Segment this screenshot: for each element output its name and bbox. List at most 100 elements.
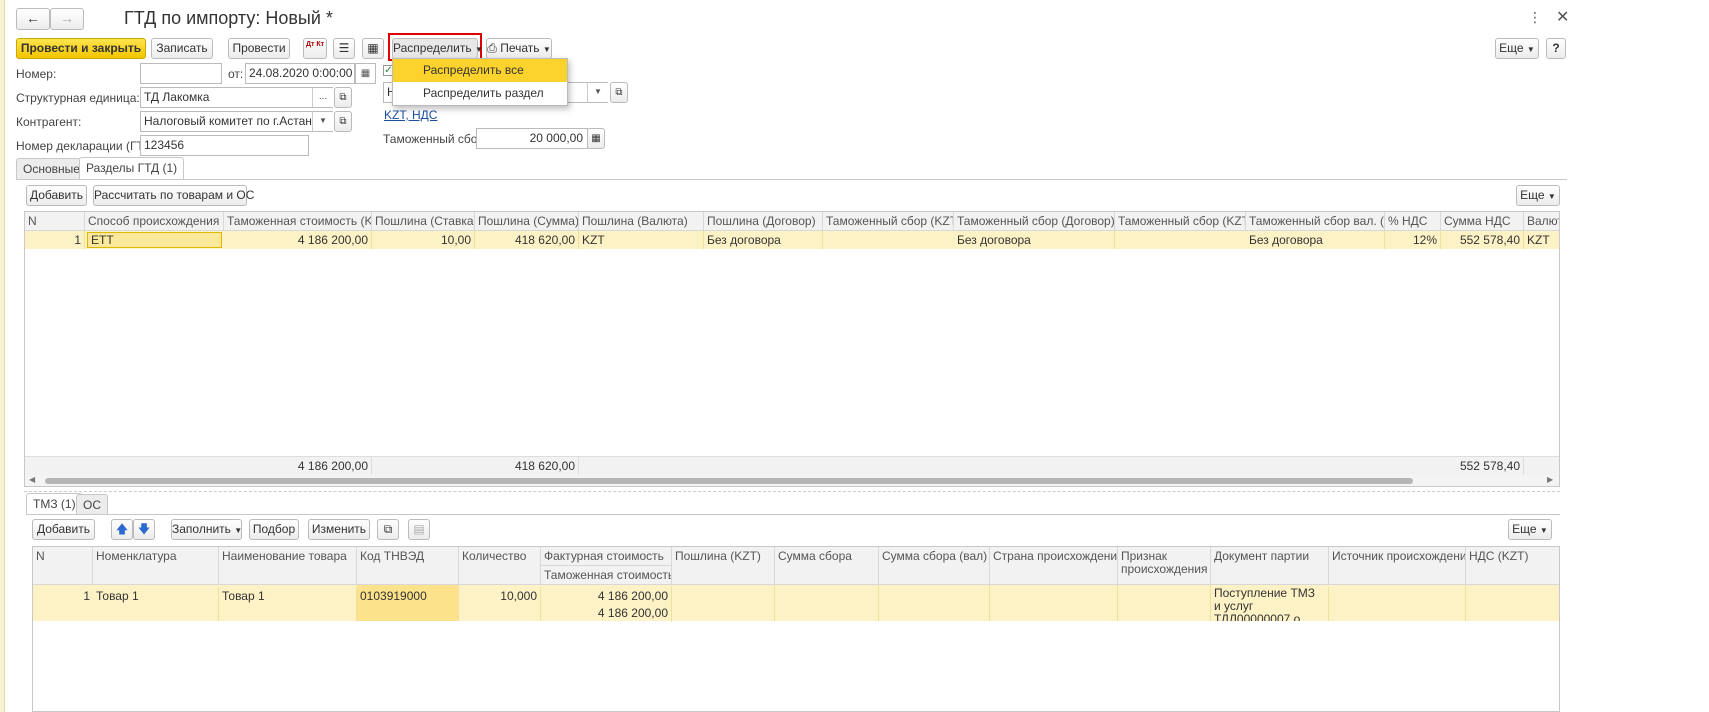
column-header[interactable]: Документ партии [1211, 547, 1329, 585]
dropdown-icon[interactable]: ▼ [312, 112, 333, 131]
column-header[interactable]: Валюта [1524, 212, 1559, 231]
column-header[interactable]: Таможенный сбор вал. (Д... [1246, 212, 1385, 231]
add-section-button[interactable]: Добавить [26, 185, 87, 206]
structure-icon: ▦ [367, 41, 379, 55]
chevron-down-icon: ▼ [474, 45, 483, 54]
calculator-icon[interactable]: ▦ [587, 128, 605, 149]
close-icon[interactable]: ✕ [1556, 7, 1569, 27]
column-header[interactable]: Пошлина (Валюта) [579, 212, 704, 231]
total-customs-value: 4 186 200,00 [224, 457, 372, 475]
arrow-up-icon: 🡅 [115, 522, 129, 536]
select-goods-button[interactable]: Подбор [249, 519, 299, 540]
org-unit-field[interactable]: ТД Лакомка [140, 87, 333, 108]
tab-sections[interactable]: Разделы ГТД (1) [79, 157, 185, 179]
open-icon[interactable]: ⧉ [610, 82, 628, 103]
edit-button[interactable]: Изменить [308, 519, 370, 540]
paste-button[interactable]: ▤ [408, 519, 430, 540]
column-header[interactable]: N [33, 547, 93, 585]
scroll-left-icon[interactable]: ◀ [29, 475, 35, 484]
table-row[interactable]: 1 ЕТТ 4 186 200,00 10,00 418 620,00 KZT … [25, 231, 1559, 249]
column-header[interactable]: Сумма сбора (вал) [879, 547, 990, 585]
date-field[interactable]: 24.08.2020 0:00:00 [245, 63, 355, 84]
column-header[interactable]: Таможенный сбор (KZT) [1115, 212, 1246, 231]
report-button[interactable]: ☰ [333, 38, 355, 59]
post-button[interactable]: Провести [228, 38, 290, 59]
scroll-right-icon[interactable]: ▶ [1547, 475, 1553, 484]
printer-icon: ⎙ [487, 41, 497, 55]
dropdown-icon[interactable]: ▼ [587, 83, 608, 102]
column-header[interactable]: Пошлина (Ставка) [372, 212, 475, 231]
sections-more-button[interactable]: Еще ▼ [1516, 185, 1560, 206]
structure-button[interactable]: ▦ [362, 38, 384, 59]
distribute-menu: Распределить все Распределить раздел [392, 58, 568, 106]
forward-button[interactable]: → [50, 8, 84, 30]
back-button[interactable]: ← [16, 8, 50, 30]
currency-vat-link[interactable]: KZT, НДС [384, 108, 437, 122]
column-header[interactable]: Признак происхождения [1118, 547, 1211, 585]
column-header[interactable]: Пошлина (Сумма) [475, 212, 579, 231]
column-header[interactable]: N [25, 212, 85, 231]
chevron-down-icon: ▼ [1526, 45, 1535, 54]
goods-more-button[interactable]: Еще ▼ [1508, 519, 1552, 540]
column-header[interactable]: Фактурная стоимость [541, 547, 672, 566]
move-up-button[interactable]: 🡅 [111, 519, 133, 540]
open-icon[interactable]: ⧉ [334, 111, 352, 132]
select-button[interactable]: ... [312, 88, 333, 107]
column-header[interactable]: Страна происхождения [990, 547, 1118, 585]
save-button[interactable]: Записать [151, 38, 213, 59]
counterparty-field[interactable]: Налоговый комитет по г.Астана [140, 111, 333, 132]
chevron-down-icon: ▼ [542, 45, 551, 54]
tab-os[interactable]: ОС [76, 494, 108, 515]
chevron-down-icon: ▼ [1547, 192, 1556, 201]
add-goods-button[interactable]: Добавить [32, 519, 95, 540]
table-row[interactable]: 1 Товар 1 Товар 1 0103919000 10,000 4 18… [33, 585, 1559, 622]
kebab-icon[interactable]: ⋮ [1528, 9, 1542, 26]
menu-item-distribute-all[interactable]: Распределить все [393, 59, 567, 82]
column-subheader[interactable]: Таможенная стоимость [541, 566, 672, 585]
column-header[interactable]: Источник происхождения [1329, 547, 1466, 585]
number-field[interactable] [140, 63, 222, 84]
calc-by-goods-button[interactable]: Рассчитать по товарам и ОС [93, 185, 254, 206]
org-unit-label: Структурная единица: [16, 91, 140, 105]
counterparty-label: Контрагент: [16, 115, 82, 129]
column-header[interactable]: Сумма НДС [1441, 212, 1524, 231]
column-header[interactable]: НДС (KZT) [1466, 547, 1559, 585]
tab-tmz[interactable]: ТМЗ (1) [26, 493, 83, 515]
total-duty-sum: 418 620,00 [475, 457, 579, 475]
column-header[interactable]: Количество [459, 547, 541, 585]
open-icon[interactable]: ⧉ [334, 87, 352, 108]
horizontal-scrollbar[interactable]: ◀ ▶ [25, 475, 1559, 486]
column-header[interactable]: Таможенный сбор (Договор) [954, 212, 1115, 231]
scrollbar-thumb[interactable] [45, 478, 1413, 484]
column-header[interactable]: Номенклатура [93, 547, 219, 585]
tab-main[interactable]: Основные [16, 158, 87, 179]
customs-fee-field[interactable]: 20 000,00 [476, 128, 588, 149]
chevron-down-icon: ▼ [234, 526, 243, 535]
column-header[interactable]: Код ТНВЭД [357, 547, 459, 585]
move-down-button[interactable]: 🡇 [133, 519, 155, 540]
calendar-icon[interactable]: ▦ [355, 63, 376, 84]
dt-kt-button[interactable]: Дт Кт [303, 38, 327, 59]
menu-item-distribute-section[interactable]: Распределить раздел [393, 82, 567, 105]
column-header[interactable]: Таможенный сбор (KZT) [823, 212, 954, 231]
column-header[interactable]: Сумма сбора [775, 547, 879, 585]
fill-button[interactable]: Заполнить ▼ [171, 519, 242, 540]
print-button[interactable]: ⎙ Печать ▼ [486, 38, 552, 59]
window-edge [0, 0, 5, 712]
customs-fee-label: Таможенный сбор: [383, 132, 488, 146]
distribute-button[interactable]: Распределить ▼ [392, 38, 483, 59]
column-header[interactable]: Пошлина (KZT) [672, 547, 775, 585]
copy-button[interactable]: ⧉ [377, 519, 399, 540]
column-header[interactable]: Пошлина (Договор) [704, 212, 823, 231]
post-and-close-button[interactable]: Провести и закрыть [16, 38, 146, 59]
declaration-field[interactable]: 123456 [140, 135, 309, 156]
splitter[interactable] [24, 491, 1560, 492]
column-header[interactable]: % НДС [1385, 212, 1441, 231]
more-button[interactable]: Еще ▼ [1495, 38, 1539, 59]
column-header[interactable]: Таможенная стоимость (KZT) [224, 212, 372, 231]
column-header[interactable]: Наименование товара [219, 547, 357, 585]
help-button[interactable]: ? [1546, 38, 1566, 59]
goods-table: N Номенклатура Наименование товара Код Т… [32, 546, 1560, 712]
column-header[interactable]: Способ происхождения [85, 212, 224, 231]
dt-kt-icon: Дт Кт [305, 41, 325, 48]
